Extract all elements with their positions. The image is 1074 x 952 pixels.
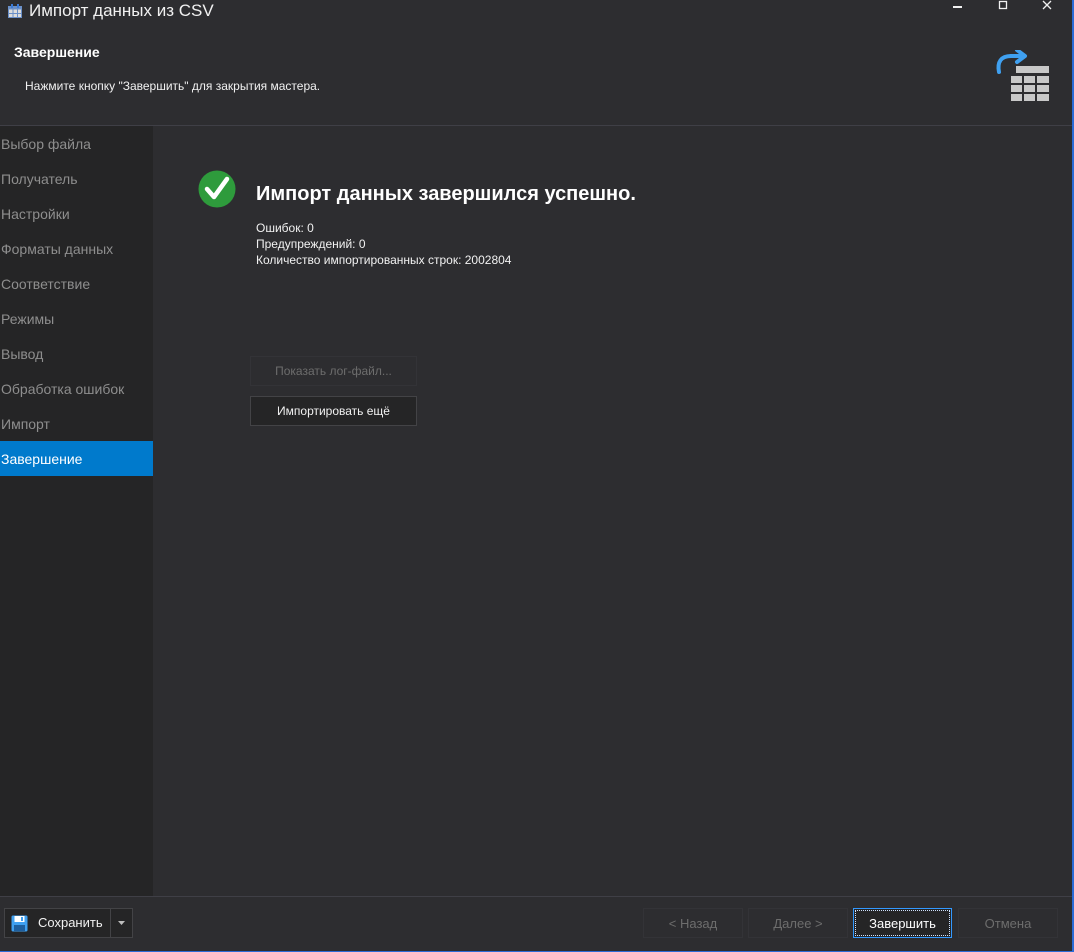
save-button[interactable]: Сохранить <box>4 908 111 938</box>
sidebar-item-data-formats[interactable]: Форматы данных <box>0 231 153 266</box>
page-title: Завершение <box>14 44 100 60</box>
finish-button[interactable]: Завершить <box>853 908 952 938</box>
chevron-down-icon <box>118 921 125 925</box>
main-content: Импорт данных завершился успешно. Ошибок… <box>153 126 1072 896</box>
warnings-count: Предупреждений: 0 <box>256 237 366 251</box>
wizard-steps-sidebar: Выбор файла Получатель Настройки Форматы… <box>0 126 153 896</box>
back-button[interactable]: < Назад <box>643 908 743 938</box>
errors-count: Ошибок: 0 <box>256 221 314 235</box>
next-button[interactable]: Далее > <box>748 908 848 938</box>
sidebar-item-finish[interactable]: Завершение <box>0 441 153 476</box>
wizard-footer: Сохранить < Назад Далее > Завершить Отме… <box>0 896 1072 951</box>
cancel-button[interactable]: Отмена <box>958 908 1058 938</box>
title-bar: Импорт данных из CSV <box>0 0 1072 24</box>
import-again-button[interactable]: Импортировать ещё <box>250 396 417 426</box>
imported-rows-count: Количество импортированных строк: 200280… <box>256 253 512 267</box>
import-wizard-window: Импорт данных из CSV Завершение Нажмите … <box>0 0 1074 952</box>
sidebar-item-mapping[interactable]: Соответствие <box>0 266 153 301</box>
sidebar-item-error-handling[interactable]: Обработка ошибок <box>0 371 153 406</box>
floppy-disk-icon <box>11 915 28 932</box>
save-options-dropdown[interactable] <box>111 908 133 938</box>
close-button[interactable] <box>1024 0 1070 10</box>
wizard-header: Завершение Нажмите кнопку "Завершить" дл… <box>0 24 1072 126</box>
show-log-button[interactable]: Показать лог-файл... <box>250 356 417 386</box>
import-table-icon <box>996 50 1049 101</box>
sidebar-item-target[interactable]: Получатель <box>0 161 153 196</box>
minimize-icon <box>953 6 962 8</box>
sidebar-item-modes[interactable]: Режимы <box>0 301 153 336</box>
sidebar-item-settings[interactable]: Настройки <box>0 196 153 231</box>
minimize-button[interactable] <box>935 0 981 10</box>
sidebar-item-file[interactable]: Выбор файла <box>0 126 153 161</box>
result-heading: Импорт данных завершился успешно. <box>256 183 636 205</box>
window-title: Импорт данных из CSV <box>29 1 214 20</box>
sidebar-item-output[interactable]: Вывод <box>0 336 153 371</box>
app-table-icon <box>8 4 22 18</box>
close-icon <box>1042 0 1052 10</box>
maximize-button[interactable] <box>980 0 1026 10</box>
sidebar-item-import[interactable]: Импорт <box>0 406 153 441</box>
maximize-icon <box>998 0 1008 10</box>
save-label: Сохранить <box>38 915 103 930</box>
page-subtitle: Нажмите кнопку "Завершить" для закрытия … <box>25 79 321 93</box>
success-check-icon <box>198 170 236 208</box>
